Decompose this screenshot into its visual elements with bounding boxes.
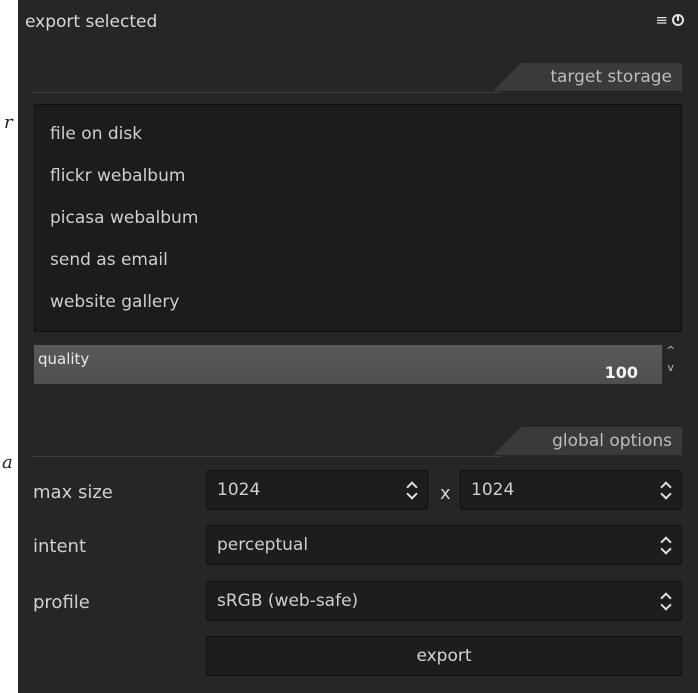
intent-select[interactable]: perceptual [206, 525, 682, 565]
storage-option[interactable]: flickr webalbum [50, 166, 185, 186]
updown-icon [661, 591, 671, 611]
storage-option[interactable]: send as email [50, 250, 168, 270]
max-width-input[interactable]: 1024 [206, 470, 428, 510]
quality-stepper[interactable]: ^ v [666, 345, 675, 373]
storage-list: file on disk flickr webalbum picasa weba… [34, 104, 682, 332]
storage-option[interactable]: picasa webalbum [50, 208, 198, 228]
size-separator: x [440, 483, 451, 504]
global-options-header: global options [493, 427, 682, 455]
header-icons: ≡ [655, 11, 684, 29]
storage-option[interactable]: website gallery [50, 292, 179, 312]
chevron-down-icon[interactable]: v [667, 362, 674, 373]
margin-glyph-bottom: a [2, 452, 13, 473]
profile-select[interactable]: sRGB (web-safe) [206, 581, 682, 621]
section-rule [31, 92, 501, 93]
profile-value: sRGB (web-safe) [217, 591, 359, 611]
updown-icon[interactable] [407, 480, 417, 500]
quality-value: 100 [604, 363, 638, 382]
max-height-value: 1024 [471, 480, 515, 500]
max-size-label: max size [33, 482, 113, 503]
updown-icon [661, 535, 671, 555]
power-icon[interactable] [672, 14, 684, 26]
margin-glyph-top: r [4, 112, 13, 133]
max-width-value: 1024 [217, 480, 261, 500]
chevron-up-icon[interactable]: ^ [666, 345, 675, 356]
storage-option[interactable]: file on disk [50, 124, 142, 144]
quality-slider[interactable]: quality 100 [34, 345, 662, 384]
updown-icon[interactable] [661, 480, 671, 500]
target-storage-header: target storage [493, 63, 682, 91]
panel-title: export selected [25, 12, 158, 32]
max-height-input[interactable]: 1024 [460, 470, 682, 510]
export-button[interactable]: export [206, 636, 682, 676]
menu-icon[interactable]: ≡ [655, 11, 668, 29]
profile-label: profile [33, 592, 90, 613]
intent-value: perceptual [217, 535, 309, 555]
export-selected-panel: export selected ≡ target storage file on… [18, 0, 698, 693]
intent-label: intent [33, 536, 87, 557]
quality-label: quality [38, 350, 90, 368]
section-rule [31, 456, 501, 457]
